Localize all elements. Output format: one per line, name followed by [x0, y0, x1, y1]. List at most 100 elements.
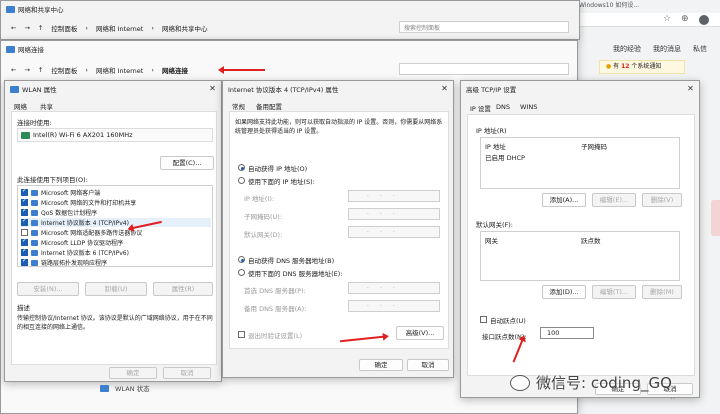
bookmark-icon[interactable]: ☆	[663, 14, 671, 24]
breadcrumb-1[interactable]: 网络和 Internet	[96, 23, 143, 33]
ipv4-intro: 如果网络支持此功能，则可以获取自动指派的 IP 设置。否则，你需要从网络系统管理…	[235, 119, 443, 135]
breadcrumb-2[interactable]: 网络和共享中心	[162, 23, 208, 33]
properties-button[interactable]: 属性(R)	[153, 282, 213, 296]
item-label: Microsoft 网络的文件和打印机共享	[41, 200, 137, 207]
list-item[interactable]: Microsoft 网络适配器多路传送器协议	[21, 228, 142, 237]
up-icon[interactable]: ↑	[38, 66, 43, 74]
protocol-icon	[31, 189, 38, 196]
list-item[interactable]: 链路层拓扑发现响应程序	[21, 257, 108, 267]
item-checkbox[interactable]	[21, 217, 28, 226]
sharing-center-title: 网络和共享中心	[18, 6, 64, 14]
adapter-field: Intel(R) Wi-Fi 6 AX201 160MHz	[17, 128, 213, 142]
tab-dns[interactable]: DNS	[493, 101, 513, 113]
network-icon	[100, 384, 109, 392]
wlan-ok-button[interactable]: 确定	[109, 367, 157, 379]
auto-ip-radio[interactable]	[238, 164, 245, 171]
wechat-icon	[510, 374, 530, 391]
watermark: 微信号: coding_GQ	[510, 372, 672, 393]
ip-edit-button[interactable]: 编辑(E)...	[592, 193, 636, 207]
ipv4-cancel-button[interactable]: 取消	[407, 359, 449, 371]
close-icon[interactable]: ✕	[207, 83, 218, 94]
breadcrumb-1[interactable]: 网络和 Internet	[96, 65, 143, 75]
forward-icon[interactable]: →	[24, 24, 29, 32]
list-item[interactable]: Microsoft 网络的文件和打印机共享	[21, 197, 137, 207]
link-my-experience[interactable]: 我的经验	[613, 44, 641, 54]
gw-delete-button[interactable]: 删除(M)	[642, 285, 682, 299]
ip-input[interactable]: ...	[348, 190, 440, 202]
ip-add-button[interactable]: 添加(A)...	[542, 193, 586, 207]
uninstall-button[interactable]: 卸载(U)	[85, 282, 147, 296]
system-notice[interactable]: ● 有 12 个系统通知	[599, 60, 685, 74]
up-icon[interactable]: ↑	[38, 24, 43, 32]
list-item[interactable]: Internet 协议版本 4 (TCP/IPv4)	[21, 217, 211, 227]
browser-tab[interactable]: Windows10 如何设...	[579, 0, 651, 12]
list-item[interactable]: Internet 协议版本 6 (TCP/IPv6)	[21, 247, 129, 257]
net-conn-search[interactable]	[399, 63, 569, 75]
forward-icon[interactable]: →	[24, 66, 29, 74]
ip-label: IP 地址(I):	[244, 195, 275, 203]
breadcrumb-2[interactable]: 网络连接	[162, 65, 188, 75]
link-my-messages[interactable]: 我的消息	[653, 44, 681, 54]
validate-label: 退出时验证设置(L)	[248, 332, 303, 340]
sharing-center-address: ← → ↑ 控制面板 › 网络和 Internet › 网络和共享中心	[11, 23, 208, 33]
validate-checkbox[interactable]	[238, 331, 245, 338]
manual-dns-radio[interactable]	[238, 269, 245, 276]
breadcrumb-0[interactable]: 控制面板	[51, 65, 77, 75]
list-item[interactable]: Microsoft LLDP 协议驱动程序	[21, 237, 123, 247]
description-text: 传输控制协议/Internet 协议。该协议是默认的广域网络协议，用于在不同的相…	[17, 315, 213, 331]
adapter-icon	[21, 131, 30, 139]
back-icon[interactable]: ←	[11, 24, 16, 32]
close-icon[interactable]: ✕	[439, 83, 450, 94]
item-checkbox[interactable]	[21, 237, 28, 246]
gw-add-button[interactable]: 添加(D)...	[542, 285, 586, 299]
gateway-input[interactable]: ...	[348, 226, 440, 238]
dns2-label: 备用 DNS 服务器(A):	[244, 305, 307, 313]
extensions-icon[interactable]: ⊕	[681, 14, 689, 24]
item-checkbox[interactable]	[21, 247, 28, 256]
item-checkbox[interactable]	[21, 187, 28, 196]
dns1-input[interactable]: ...	[348, 282, 440, 294]
manual-ip-radio[interactable]	[238, 177, 245, 184]
back-icon[interactable]: ←	[11, 66, 16, 74]
configure-button[interactable]: 配置(C)...	[160, 156, 214, 170]
ip-delete-button[interactable]: 删除(V)	[642, 193, 682, 207]
dns2-input[interactable]: ...	[348, 300, 440, 312]
gateway-table[interactable]: 网关 跃点数	[480, 231, 680, 281]
metric-input[interactable]: 100	[540, 327, 594, 339]
gw-edit-button[interactable]: 编辑(T)...	[592, 285, 636, 299]
item-checkbox[interactable]	[21, 229, 28, 236]
ipv4-title: Internet 协议版本 4 (TCP/IPv4) 属性	[228, 86, 339, 94]
ipv4-titlebar: Internet 协议版本 4 (TCP/IPv4) 属性	[223, 81, 453, 97]
auto-metric-checkbox[interactable]	[480, 316, 487, 323]
tab-wins[interactable]: WINS	[517, 101, 540, 113]
wlan-properties-dialog: WLAN 属性 ✕ 网络 共享 连接时使用: Intel(R) Wi-Fi 6 …	[4, 80, 222, 382]
sharing-center-search[interactable]: 搜索控制面板	[399, 21, 569, 33]
table-row[interactable]: 已启用 DHCP	[485, 152, 525, 162]
link-private-message[interactable]: 私信	[693, 44, 707, 54]
wlan-cancel-button[interactable]: 取消	[163, 367, 211, 379]
advanced-button[interactable]: 高级(V)...	[396, 326, 444, 340]
protocol-icon	[31, 229, 38, 236]
connect-using-label: 连接时使用:	[17, 119, 52, 127]
side-badge	[711, 200, 720, 236]
item-checkbox[interactable]	[21, 197, 28, 206]
ipv4-ok-button[interactable]: 确定	[359, 359, 403, 371]
auto-dns-radio[interactable]	[238, 256, 245, 263]
list-item[interactable]: Microsoft 网络客户端	[21, 187, 100, 197]
taskbar-status-item[interactable]: WLAN 状态	[100, 383, 150, 393]
close-icon[interactable]: ✕	[685, 83, 696, 94]
ip-address-table[interactable]: IP 地址 子网掩码 已启用 DHCP	[480, 137, 680, 189]
ipv4-properties-dialog: Internet 协议版本 4 (TCP/IPv4) 属性 ✕ 常规 备用配置 …	[222, 80, 454, 378]
install-button[interactable]: 安装(N)...	[17, 282, 79, 296]
mask-input[interactable]: ...	[348, 208, 440, 220]
profile-icon[interactable]	[699, 15, 709, 25]
breadcrumb-0[interactable]: 控制面板	[51, 23, 77, 33]
bell-icon: ●	[606, 63, 612, 70]
items-list[interactable]: Microsoft 网络客户端 Microsoft 网络的文件和打印机共享 QoS …	[17, 185, 213, 267]
item-checkbox[interactable]	[21, 207, 28, 216]
item-label: 链路层拓扑发现响应程序	[41, 260, 108, 267]
ip-col-header: IP 地址	[485, 143, 506, 151]
list-item[interactable]: QoS 数据包计划程序	[21, 207, 97, 217]
advanced-tcpip-dialog: 高级 TCP/IP 设置 ✕ IP 设置 DNS WINS IP 地址(R) I…	[460, 80, 700, 398]
item-checkbox[interactable]	[21, 257, 28, 266]
